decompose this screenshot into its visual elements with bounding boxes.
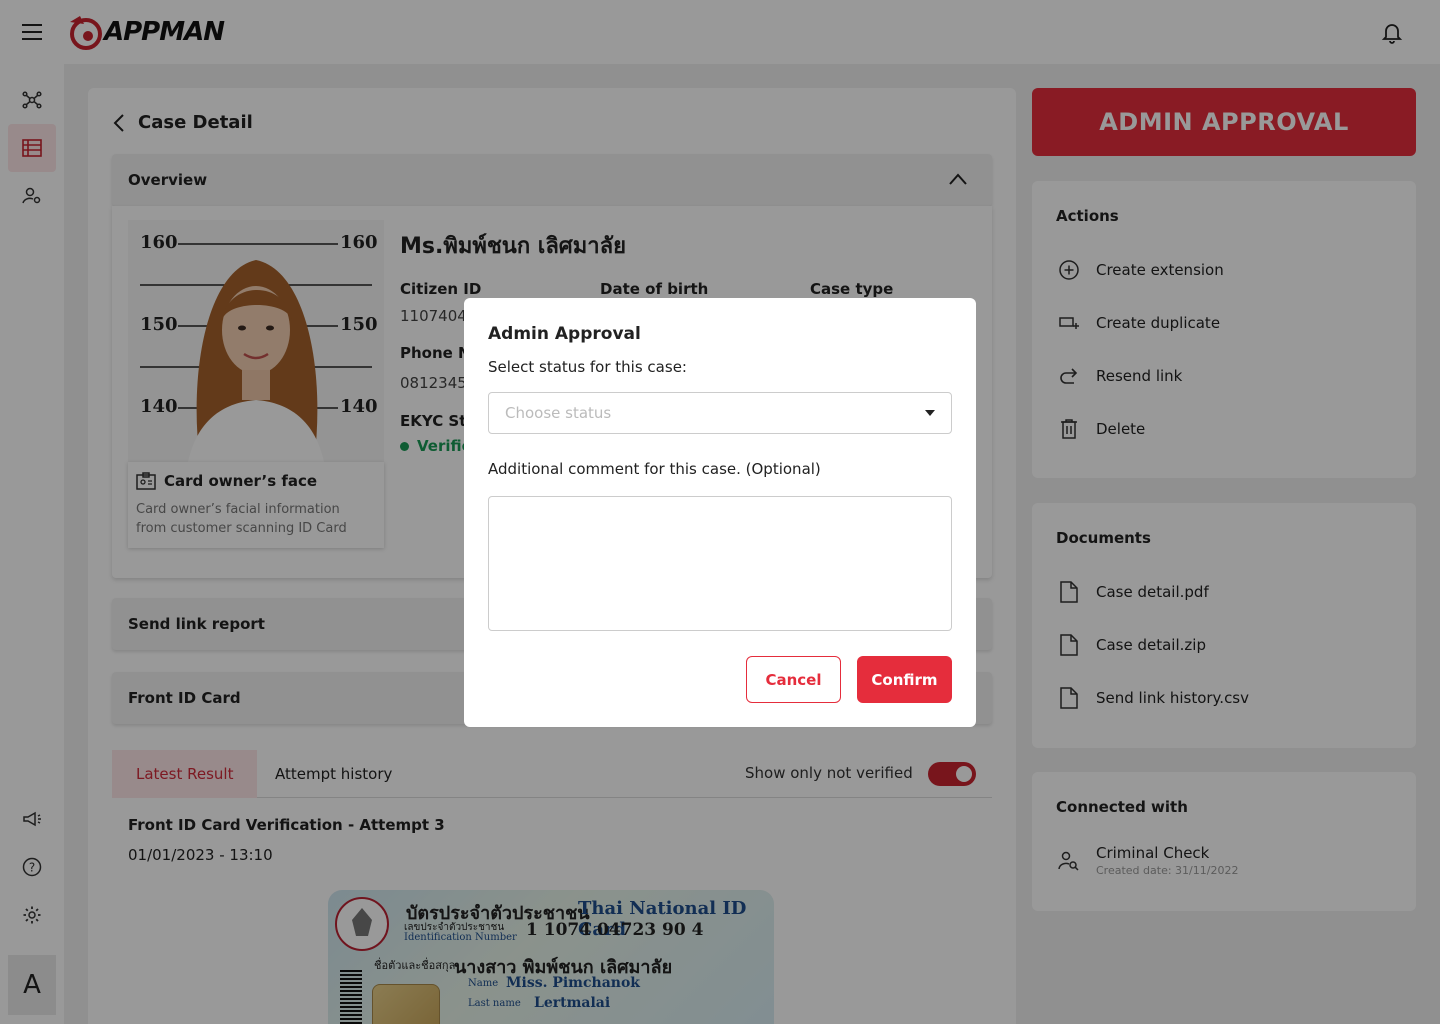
dialog-title: Admin Approval — [488, 324, 641, 344]
confirm-button[interactable]: Confirm — [857, 656, 952, 703]
status-select-placeholder: Choose status — [505, 404, 612, 422]
comment-label: Additional comment for this case. (Optio… — [488, 460, 821, 478]
admin-approval-dialog: Admin Approval Select status for this ca… — [464, 298, 976, 727]
caret-down-icon — [925, 410, 935, 416]
cancel-button[interactable]: Cancel — [746, 656, 841, 703]
status-select[interactable]: Choose status — [488, 392, 952, 434]
status-select-label: Select status for this case: — [488, 358, 687, 376]
comment-textarea[interactable] — [488, 496, 952, 631]
